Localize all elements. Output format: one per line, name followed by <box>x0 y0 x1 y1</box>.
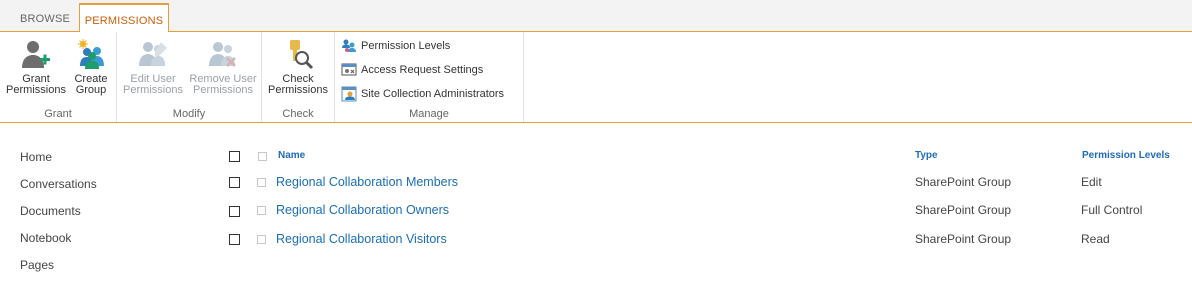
edit-user-permissions-icon <box>139 42 167 66</box>
ribbon-group-modify: Edit User Permissions Remove User Permis… <box>117 32 262 122</box>
row-checkbox[interactable] <box>229 177 240 188</box>
left-navigation: Home Conversations Documents Notebook Pa… <box>20 150 97 285</box>
create-group-button[interactable]: Create Group <box>70 38 112 96</box>
column-header-type[interactable]: Type <box>915 150 938 161</box>
ribbon: Grant Permissions Create Group Grant Edi… <box>0 31 1192 123</box>
access-request-settings-label: Access Request Settings <box>361 64 484 76</box>
group-label-modify: Modify <box>172 108 206 120</box>
edit-user-permissions-label-2: Permissions <box>123 84 183 96</box>
row-item-checkbox[interactable] <box>257 206 266 215</box>
tab-permissions[interactable]: PERMISSIONS <box>79 3 169 32</box>
site-collection-administrators-button[interactable]: Site Collection Administrators <box>341 84 504 104</box>
group-permission-level: Read <box>1081 232 1110 246</box>
row-checkbox[interactable] <box>229 234 240 245</box>
remove-user-permissions-button[interactable]: Remove User Permissions <box>188 38 258 96</box>
column-header-name[interactable]: Name <box>278 150 305 161</box>
column-header-permission-levels[interactable]: Permission Levels <box>1082 150 1170 161</box>
ribbon-group-grant: Grant Permissions Create Group Grant <box>0 32 117 122</box>
group-label-manage: Manage <box>409 108 449 120</box>
group-name-link[interactable]: Regional Collaboration Members <box>276 175 458 189</box>
remove-user-permissions-icon <box>209 42 236 67</box>
nav-item-notebook[interactable]: Notebook <box>20 231 97 258</box>
group-permission-level: Edit <box>1081 175 1102 189</box>
ribbon-group-manage: Permission Levels Access Request Setting… <box>335 32 524 122</box>
nav-item-conversations[interactable]: Conversations <box>20 177 97 204</box>
grant-permissions-button[interactable]: Grant Permissions <box>6 38 66 96</box>
group-type: SharePoint Group <box>915 232 1012 246</box>
check-permissions-label-2: Permissions <box>268 84 328 96</box>
nav-item-pages[interactable]: Pages <box>20 258 97 285</box>
tab-browse[interactable]: BROWSE <box>20 0 70 32</box>
site-collection-administrators-label: Site Collection Administrators <box>361 88 505 100</box>
edit-user-permissions-button[interactable]: Edit User Permissions <box>122 38 184 96</box>
group-label-grant: Grant <box>44 108 72 120</box>
group-label-check: Check <box>282 108 314 120</box>
group-type: SharePoint Group <box>915 175 1012 189</box>
remove-user-permissions-label-2: Permissions <box>193 84 253 96</box>
create-group-label-2: Group <box>75 84 107 96</box>
nav-item-documents[interactable]: Documents <box>20 204 97 231</box>
header-item-checkbox[interactable] <box>258 152 267 161</box>
create-group-icon <box>78 39 104 69</box>
permission-levels-label: Permission Levels <box>361 40 451 52</box>
permission-levels-icon <box>342 39 356 52</box>
row-checkbox[interactable] <box>229 206 240 217</box>
group-name-link[interactable]: Regional Collaboration Owners <box>276 203 449 217</box>
grant-permissions-label-2: Permissions <box>6 84 66 96</box>
group-permission-level: Full Control <box>1081 203 1143 217</box>
check-permissions-icon <box>290 40 314 70</box>
access-request-settings-button[interactable]: Access Request Settings <box>341 60 483 80</box>
row-item-checkbox[interactable] <box>257 235 266 244</box>
group-name-link[interactable]: Regional Collaboration Visitors <box>276 232 447 246</box>
nav-item-home[interactable]: Home <box>20 150 97 177</box>
grant-permissions-icon <box>22 41 50 68</box>
ribbon-group-check: Check Permissions Check <box>262 32 335 122</box>
select-all-checkbox[interactable] <box>229 151 240 162</box>
check-permissions-button[interactable]: Check Permissions <box>267 38 329 96</box>
row-item-checkbox[interactable] <box>257 178 266 187</box>
permission-levels-button[interactable]: Permission Levels <box>341 36 450 56</box>
ribbon-tab-bar: BROWSE PERMISSIONS <box>0 0 1192 32</box>
site-collection-administrators-icon <box>341 86 357 102</box>
group-type: SharePoint Group <box>915 203 1012 217</box>
access-request-settings-icon <box>341 63 357 76</box>
